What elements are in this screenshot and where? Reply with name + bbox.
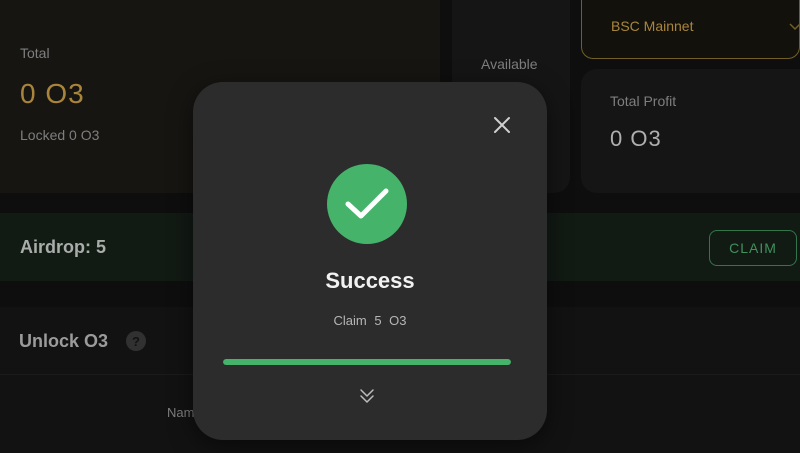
success-modal: Success Claim 5 O3: [193, 82, 547, 440]
checkmark-glyph: [345, 188, 389, 219]
close-icon[interactable]: [493, 116, 511, 134]
progress-bar: [223, 359, 511, 365]
modal-title: Success: [325, 268, 415, 293]
double-chevron-down-icon[interactable]: [358, 387, 376, 405]
progress-fill: [223, 359, 511, 365]
checkmark-icon: [327, 164, 407, 244]
modal-message: Claim 5 O3: [333, 313, 407, 328]
